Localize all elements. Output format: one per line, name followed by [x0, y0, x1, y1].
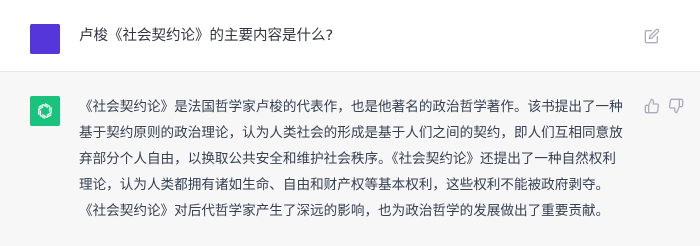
- assistant-message-text: 《社会契约论》是法国哲学家卢梭的代表作，也是他著名的政治哲学著作。该书提出了一种…: [79, 94, 631, 224]
- answer-line: 弃部分个人自由，以换取公共安全和维护社会秩序。《社会契约论》还提出了一种自然权利: [79, 151, 616, 167]
- answer-line: 《社会契约论》是法国哲学家卢梭的代表作，也是他著名的政治哲学著作。该书提出了一种: [79, 99, 623, 115]
- thumbs-up-icon[interactable]: [644, 98, 660, 114]
- chatgpt-logo-icon: [30, 96, 60, 126]
- edit-icon[interactable]: [644, 28, 660, 44]
- user-avatar: [30, 24, 60, 54]
- answer-line: 《社会契约论》对后代哲学家产生了深远的影响，也为政治哲学的发展做出了重要贡献。: [79, 203, 610, 219]
- user-message-row: 卢梭《社会契约论》的主要内容是什么?: [0, 0, 700, 72]
- answer-line: 基于契约原则的政治理论，认为人类社会的形成是基于人们之间的契约，即人们互相同意放: [79, 125, 623, 141]
- assistant-message-row: 《社会契约论》是法国哲学家卢梭的代表作，也是他著名的政治哲学著作。该书提出了一种…: [0, 72, 700, 246]
- answer-line: 理论，认为人类都拥有诸如生命、自由和财产权等基本权利，这些权利不能被政府剥夺。: [79, 177, 610, 193]
- user-message-text: 卢梭《社会契约论》的主要内容是什么?: [79, 28, 334, 44]
- thumbs-down-icon[interactable]: [668, 98, 684, 114]
